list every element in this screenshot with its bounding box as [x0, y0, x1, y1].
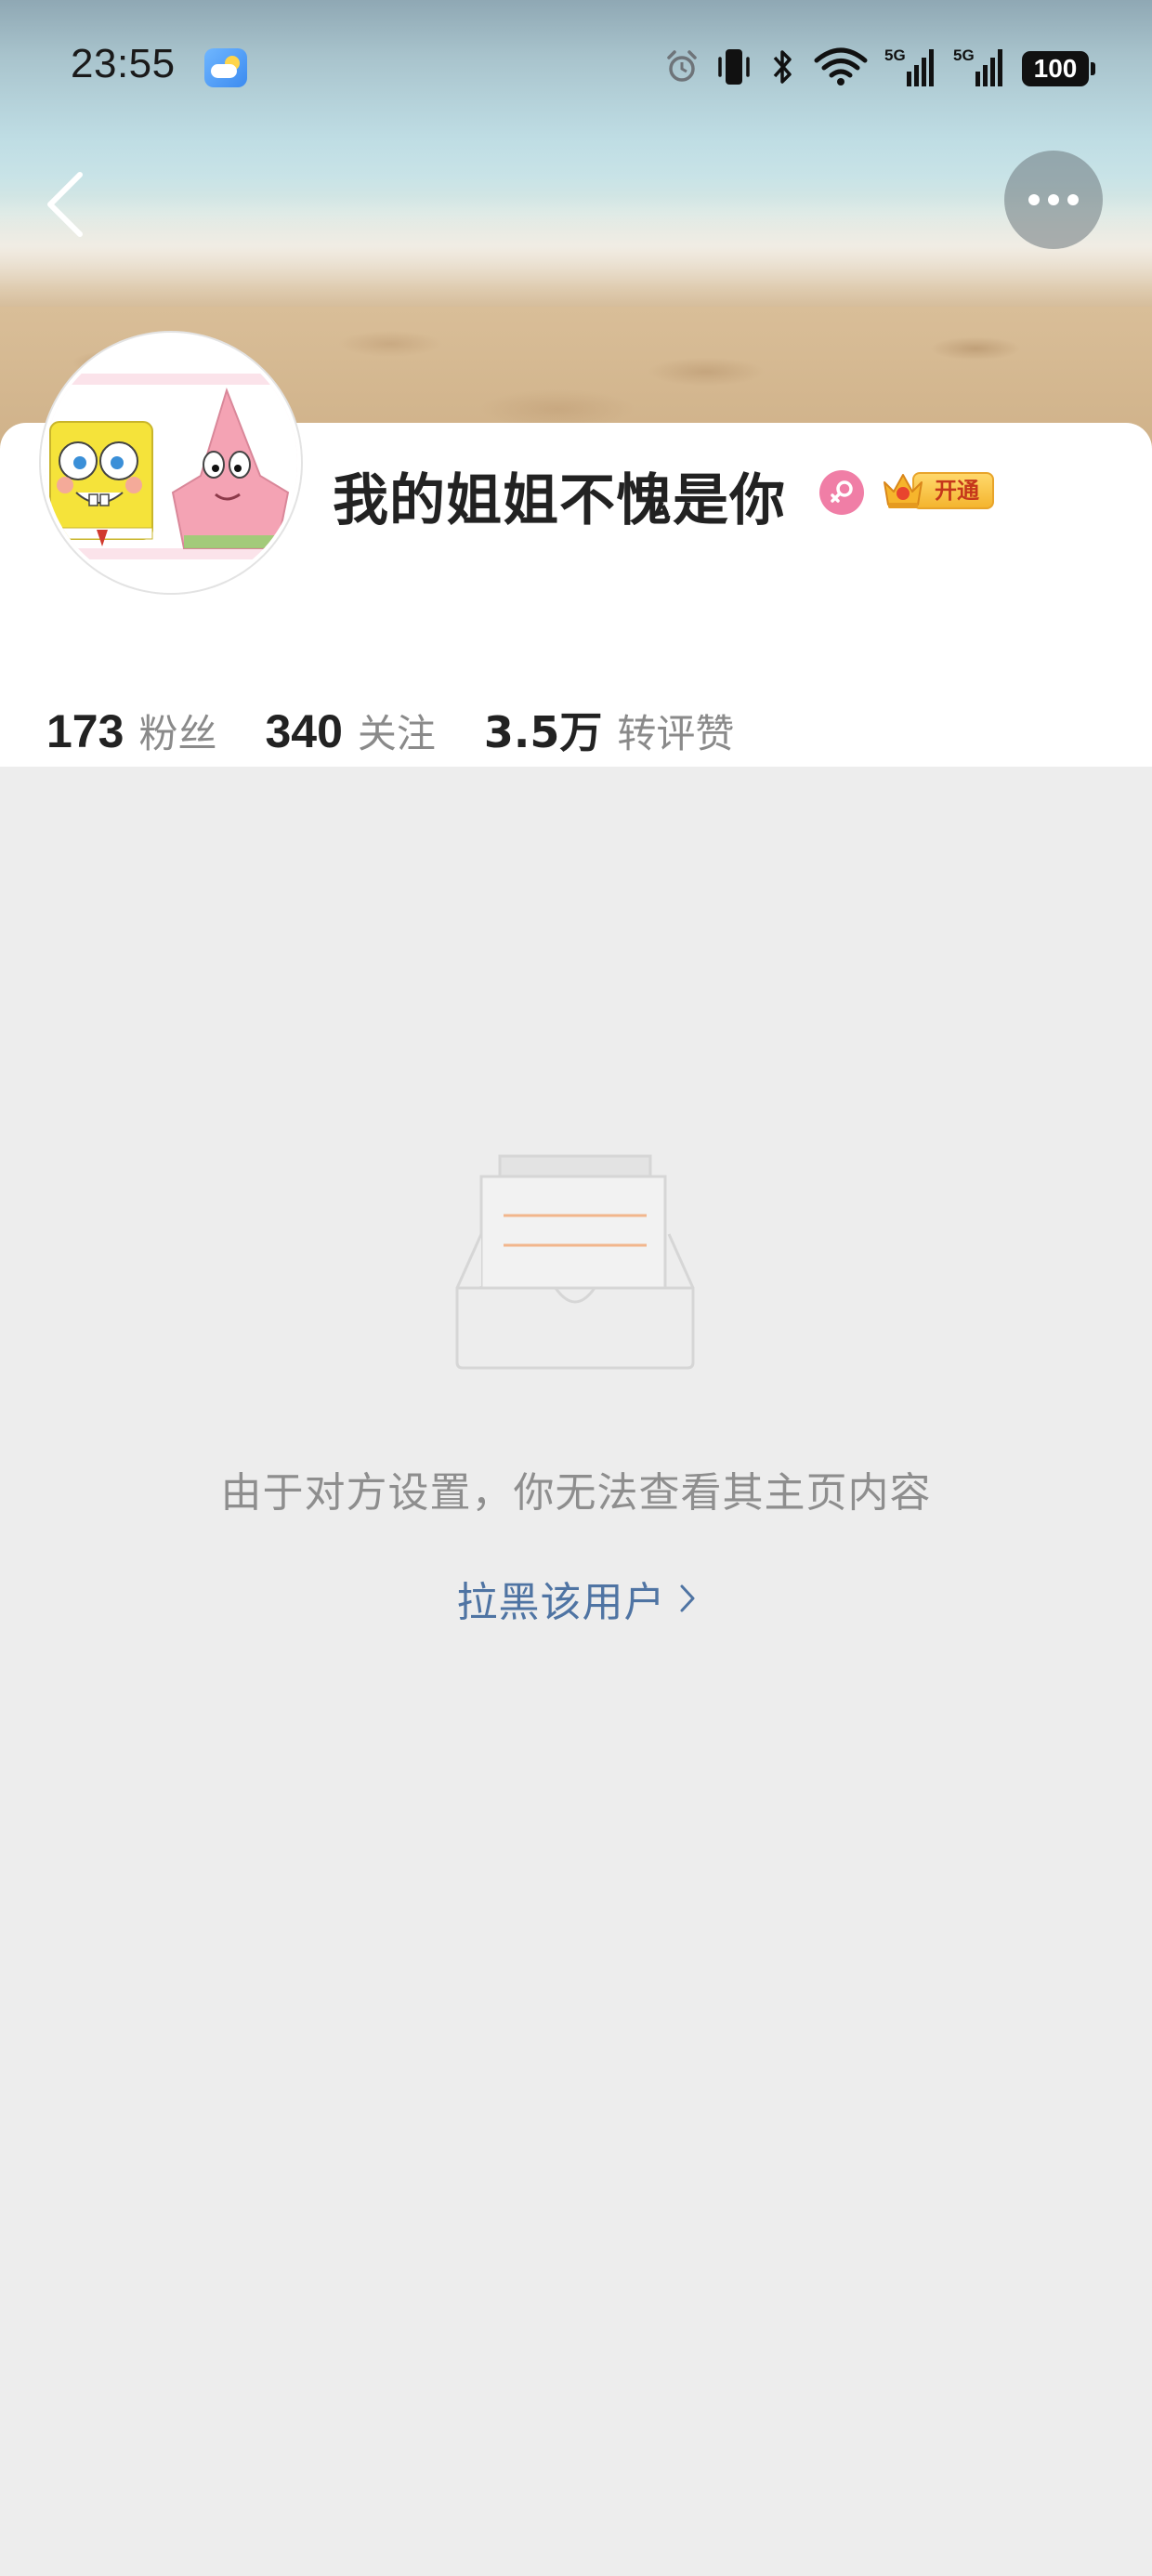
signal-5g-label: 5G	[953, 46, 975, 64]
stat-following[interactable]: 340 关注	[265, 703, 435, 759]
stat-interactions[interactable]: 3.5万 转评赞	[484, 699, 735, 760]
stat-interactions-label: 转评赞	[617, 711, 735, 756]
more-dot	[1048, 194, 1059, 205]
signal-5g-label: 5G	[884, 46, 906, 64]
status-bar: 23:55 5G 5G 100	[0, 0, 1152, 139]
back-button[interactable]	[37, 167, 93, 242]
avatar[interactable]	[41, 333, 301, 593]
stat-following-value: 340	[265, 705, 343, 757]
status-icons: 5G 5G 100	[665, 43, 1095, 95]
banner-sea	[0, 195, 1152, 307]
chevron-right-icon	[679, 1584, 696, 1613]
more-horizontal-icon	[1028, 194, 1040, 205]
username: 我的姐姐不愧是你	[333, 468, 786, 533]
signal-5g-icon: 5G	[884, 46, 936, 92]
empty-state-message: 由于对方设置，你无法查看其主页内容	[220, 1469, 932, 1517]
profile-stats: 173 粉丝 340 关注 3.5万 转评赞	[46, 699, 782, 760]
stat-followers[interactable]: 173 粉丝	[46, 703, 216, 759]
stat-following-label: 关注	[357, 711, 436, 756]
vibrate-icon	[715, 47, 753, 90]
wifi-icon	[814, 47, 868, 90]
empty-inbox-icon	[452, 1149, 699, 1372]
female-icon	[819, 470, 864, 515]
crown-icon	[881, 469, 925, 512]
alarm-icon	[665, 49, 699, 88]
status-time: 23:55	[71, 41, 176, 86]
avatar-image	[45, 336, 297, 589]
vip-open-button[interactable]: 开通	[881, 469, 994, 512]
block-user-link[interactable]: 拉黑该用户	[0, 1569, 1152, 1628]
battery-icon: 100	[1022, 51, 1095, 86]
weather-icon	[204, 48, 247, 87]
stat-followers-value: 173	[46, 705, 124, 757]
profile-page: 23:55 5G 5G 100 我的姐姐不愧是你 开通 173 粉丝 340 关…	[0, 0, 1152, 2576]
stat-interactions-value: 3.5万	[483, 707, 603, 757]
more-button[interactable]	[1004, 151, 1103, 249]
signal-5g-icon: 5G	[953, 46, 1005, 92]
bluetooth-icon	[769, 47, 797, 90]
block-user-label: 拉黑该用户	[456, 1579, 666, 1626]
stat-followers-label: 粉丝	[138, 711, 217, 756]
more-dot	[1067, 194, 1079, 205]
chevron-left-icon	[47, 172, 83, 237]
